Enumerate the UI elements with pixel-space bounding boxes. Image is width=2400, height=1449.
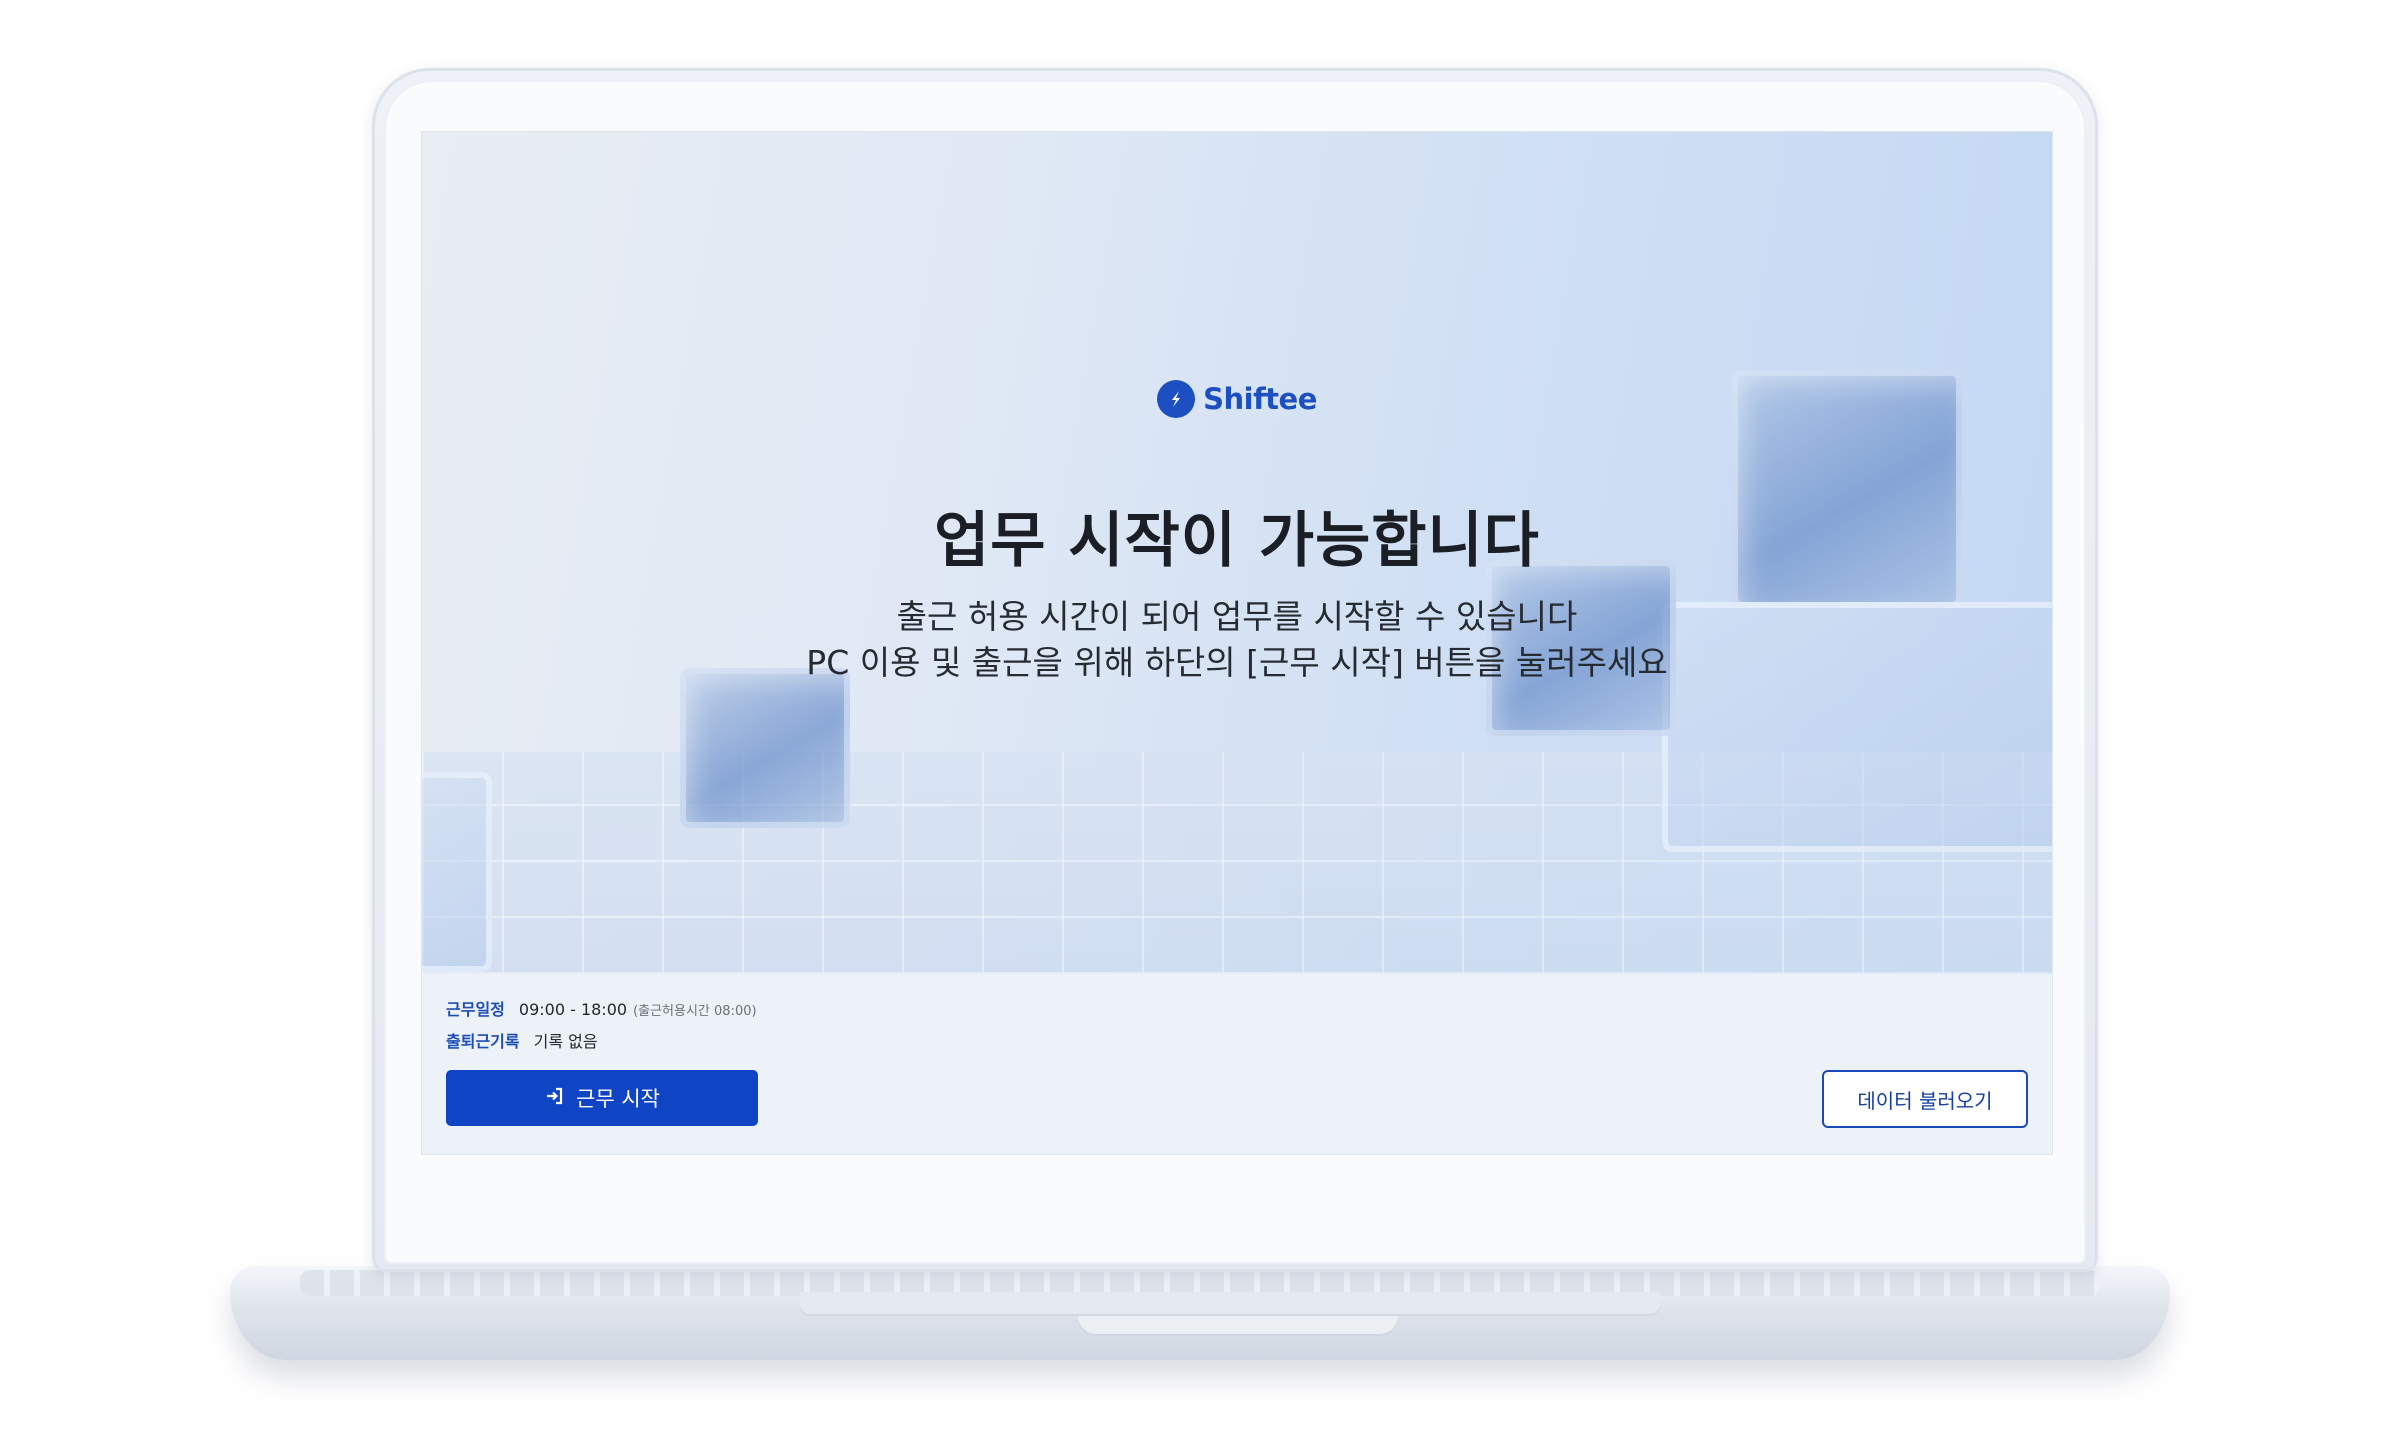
start-work-button[interactable]: 근무 시작 bbox=[446, 1070, 758, 1126]
hero-description-line-1: 출근 허용 시간이 되어 업무를 시작할 수 있습니다 bbox=[896, 597, 1578, 636]
lid-opener-notch bbox=[1078, 1316, 1398, 1336]
load-data-label: 데이터 불러오기 bbox=[1857, 1088, 1993, 1113]
schedule-row: 근무일정 09:00 - 18:00 (출근허용시간 08:00) bbox=[446, 996, 757, 1020]
trackpad bbox=[800, 1292, 1660, 1316]
schedule-label: 근무일정 bbox=[446, 1000, 505, 1019]
laptop-mockup: Shiftee 업무 시작이 가능합니다 출근 허용 시간이 되어 업무를 시작… bbox=[0, 0, 2400, 1449]
attendance-record-label: 출퇴근기록 bbox=[446, 1032, 520, 1051]
work-status-panel: 근무일정 09:00 - 18:00 (출근허용시간 08:00) 출퇴근기록 … bbox=[422, 974, 2052, 1154]
brand-name: Shiftee bbox=[1203, 382, 1317, 416]
page-title: 업무 시작이 가능합니다 bbox=[934, 506, 1540, 576]
hero-background-cube bbox=[422, 772, 492, 972]
schedule-value: 09:00 - 18:00 bbox=[518, 1000, 628, 1019]
hero-banner: Shiftee 업무 시작이 가능합니다 출근 허용 시간이 되어 업무를 시작… bbox=[422, 132, 2052, 974]
login-arrow-icon bbox=[544, 1085, 566, 1112]
shiftee-logo-icon bbox=[1157, 380, 1196, 418]
schedule-note: (출근허용시간 08:00) bbox=[633, 1004, 757, 1019]
brand-logo: Shiftee bbox=[422, 380, 2052, 424]
load-data-button[interactable]: 데이터 불러오기 bbox=[1822, 1070, 2028, 1128]
attendance-record-row: 출퇴근기록 기록 없음 bbox=[446, 1028, 598, 1052]
hero-background-cube bbox=[680, 668, 850, 828]
attendance-record-value: 기록 없음 bbox=[533, 1032, 598, 1051]
start-work-label: 근무 시작 bbox=[576, 1087, 660, 1111]
hero-description-line-2: PC 이용 및 출근을 위해 하단의 [근무 시작] 버튼을 눌러주세요 bbox=[806, 643, 1668, 682]
app-screen: Shiftee 업무 시작이 가능합니다 출근 허용 시간이 되어 업무를 시작… bbox=[422, 132, 2052, 1154]
